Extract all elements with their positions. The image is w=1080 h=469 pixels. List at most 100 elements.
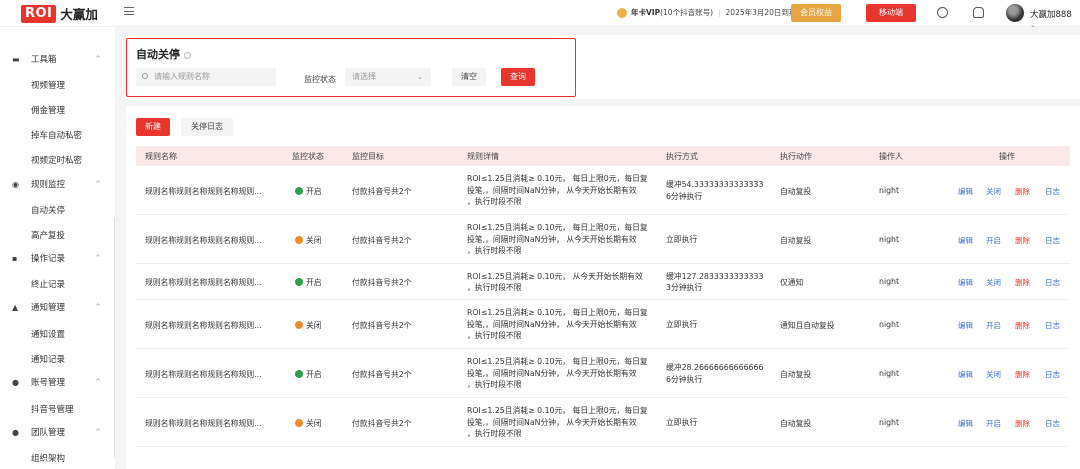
table-header: 规则名称 监控状态 监控目标 规则详情 执行方式 执行动作 操作人 操作 bbox=[136, 146, 1070, 166]
sidebar-item-douyin-accounts[interactable]: 抖音号管理 bbox=[31, 403, 74, 415]
exec-mode-line: 6分钟执行 bbox=[666, 374, 703, 384]
log-link[interactable]: 日志 bbox=[1045, 186, 1060, 197]
status-on-icon bbox=[295, 278, 303, 286]
table-row: 规则名称规则名称规则名称规则... 开启 付款抖音号共2个 ROI≤1.25且消耗≥ … bbox=[136, 264, 1070, 300]
refresh-icon[interactable] bbox=[937, 7, 948, 18]
sidebar-scrollbar[interactable] bbox=[114, 217, 115, 457]
status-text: 关闭 bbox=[306, 418, 322, 428]
exec-action-cell: 自动复投 bbox=[780, 235, 812, 245]
delete-link[interactable]: 删除 bbox=[1015, 186, 1030, 197]
exec-action-cell: 自动复投 bbox=[780, 186, 812, 196]
sidebar-item-org-structure[interactable]: 组织架构 bbox=[31, 452, 65, 464]
sidebar-group-notify[interactable]: ▲ 通知管理 ^ bbox=[0, 296, 115, 318]
rule-detail-line: 投笔,，间隔时间NaN分钟， 从今天开始长期有效 bbox=[467, 368, 637, 378]
delete-link[interactable]: 删除 bbox=[1015, 369, 1030, 380]
rule-detail-line: ，执行时段不限 bbox=[467, 429, 522, 439]
sidebar-item-stop-records[interactable]: 终止记录 bbox=[31, 278, 65, 290]
rule-detail-line: 投笔,，间隔时间NaN分钟， 从今天开始长期有效 bbox=[467, 319, 637, 329]
sidebar-item-commission[interactable]: 佣金管理 bbox=[31, 104, 65, 116]
sidebar-item-timed-private[interactable]: 视频定时私密 bbox=[31, 154, 82, 166]
stop-log-button[interactable]: 关停日志 bbox=[181, 118, 233, 136]
log-link[interactable]: 日志 bbox=[1045, 277, 1060, 288]
edit-link[interactable]: 编辑 bbox=[958, 277, 973, 288]
toggle-link[interactable]: 开启 bbox=[986, 235, 1001, 246]
operator-cell: night bbox=[879, 185, 900, 195]
sidebar-group-label: 账号管理 bbox=[31, 378, 66, 388]
status-text: 开启 bbox=[306, 369, 322, 379]
sidebar-item-video[interactable]: 视频管理 bbox=[31, 79, 65, 91]
status-off-icon bbox=[295, 235, 303, 244]
col-actions: 操作 bbox=[999, 152, 1015, 161]
sidebar-group-team[interactable]: ● 团队管理 ^ bbox=[0, 421, 115, 443]
status-text: 关闭 bbox=[306, 235, 322, 245]
edit-link[interactable]: 编辑 bbox=[958, 369, 973, 380]
monitor-target-cell: 付款抖音号共2个 bbox=[352, 186, 412, 196]
chevron-up-icon: ^ bbox=[95, 303, 101, 311]
toggle-link[interactable]: 关闭 bbox=[986, 277, 1001, 288]
sidebar-item-auto-stop[interactable]: 自动关停 bbox=[31, 204, 65, 216]
sidebar-group-label: 通知管理 bbox=[31, 303, 66, 313]
toggle-link[interactable]: 开启 bbox=[986, 320, 1001, 331]
edit-link[interactable]: 编辑 bbox=[958, 418, 973, 429]
sidebar-group-rule-monitor[interactable]: ◉ 规则监控 ^ bbox=[0, 173, 115, 195]
log-link[interactable]: 日志 bbox=[1045, 418, 1060, 429]
rule-detail-line: 投笔,，间隔时间NaN分钟， 从今天开始长期有效 bbox=[467, 185, 637, 195]
delete-link[interactable]: 删除 bbox=[1015, 320, 1030, 331]
sidebar-item-notify-records[interactable]: 通知记录 bbox=[31, 353, 65, 365]
rule-name-cell: 规则名称规则名称规则名称规则... bbox=[145, 278, 262, 287]
vip-status: 年卡VIP (10个抖音账号) | 2025年3月20日到期 bbox=[617, 7, 796, 18]
delete-link[interactable]: 删除 bbox=[1015, 235, 1030, 246]
delete-link[interactable]: 删除 bbox=[1015, 418, 1030, 429]
username-label: 大赢加888 bbox=[1030, 10, 1072, 20]
rule-detail-line: ROI≤1.25且消耗≥ 0.10元， 每日上限0元，每日复 bbox=[467, 308, 648, 318]
log-link[interactable]: 日志 bbox=[1045, 369, 1060, 380]
sidebar-item-high-yield-reinvest[interactable]: 高产复投 bbox=[31, 229, 65, 241]
log-link[interactable]: 日志 bbox=[1045, 320, 1060, 331]
toggle-link[interactable]: 开启 bbox=[986, 418, 1001, 429]
operator-cell: night bbox=[879, 368, 900, 378]
bell-icon: ▲ bbox=[12, 302, 19, 312]
exec-action-cell: 通知且自动复投 bbox=[780, 320, 835, 330]
toolbox-icon: ▬ bbox=[12, 54, 20, 64]
col-operator: 操作人 bbox=[879, 152, 903, 161]
avatar[interactable] bbox=[1006, 4, 1024, 22]
new-rule-button[interactable]: 新建 bbox=[136, 118, 170, 136]
exec-mode-cell: 立即执行 bbox=[666, 417, 697, 429]
rule-detail-cell: ROI≤1.25且消耗≥ 0.10元， 每日上限0元，每日复 投笔,，间隔时间Na… bbox=[467, 307, 648, 342]
toggle-link[interactable]: 关闭 bbox=[986, 369, 1001, 380]
monitor-target-cell: 付款抖音号共2个 bbox=[352, 235, 412, 245]
sidebar-group-toolbox[interactable]: ▬ 工具箱 ^ bbox=[0, 48, 115, 70]
highlight-outline bbox=[126, 38, 576, 97]
edit-link[interactable]: 编辑 bbox=[958, 186, 973, 197]
col-rule-name: 规则名称 bbox=[145, 152, 177, 161]
rule-name-cell: 规则名称规则名称规则名称规则... bbox=[145, 186, 262, 196]
vip-expiry: 2025年3月20日到期 bbox=[725, 8, 797, 17]
rule-detail-cell: ROI≤1.25且消耗≥ 0.10元， 每日上限0元，每日复 投笔,，间隔时间Na… bbox=[467, 405, 648, 440]
sidebar-group-accounts[interactable]: ● 账号管理 ^ bbox=[0, 371, 115, 393]
toggle-link[interactable]: 关闭 bbox=[986, 186, 1001, 197]
edit-link[interactable]: 编辑 bbox=[958, 320, 973, 331]
sidebar-group-label: 规则监控 bbox=[31, 180, 66, 190]
bell-icon[interactable] bbox=[973, 7, 984, 18]
sidebar-item-auto-private[interactable]: 掉车自动私密 bbox=[31, 129, 82, 141]
app-logo[interactable]: ROI 大赢加 bbox=[21, 4, 98, 23]
exec-mode-cell: 缓冲28.26666666666666 6分钟执行 bbox=[666, 362, 763, 385]
member-rights-button[interactable]: 会员权益 bbox=[791, 4, 841, 22]
exec-action-cell: 仅通知 bbox=[780, 278, 804, 287]
top-bar: ROI 大赢加 年卡VIP (10个抖音账号) | 2025年3月20日到期 会… bbox=[0, 0, 1080, 29]
delete-link[interactable]: 删除 bbox=[1015, 277, 1030, 288]
table-row: 规则名称规则名称规则名称规则... 关闭 付款抖音号共2个 ROI≤1.25且消耗≥ … bbox=[136, 215, 1070, 264]
sidebar-group-op-records[interactable]: ▪ 操作记录 ^ bbox=[0, 247, 115, 269]
log-link[interactable]: 日志 bbox=[1045, 235, 1060, 246]
exec-mode-cell: 立即执行 bbox=[666, 234, 697, 246]
sidebar-item-notify-settings[interactable]: 通知设置 bbox=[31, 328, 65, 340]
menu-toggle-icon[interactable] bbox=[124, 7, 134, 17]
mobile-button[interactable]: 移动端 bbox=[866, 4, 916, 22]
col-exec-mode: 执行方式 bbox=[666, 152, 698, 161]
edit-link[interactable]: 编辑 bbox=[958, 235, 973, 246]
col-exec-action: 执行动作 bbox=[780, 152, 812, 161]
exec-mode-line: 缓冲54.33333333333333 bbox=[666, 180, 764, 189]
monitor-target-cell: 付款抖音号共2个 bbox=[352, 418, 412, 428]
rule-detail-line: ，执行时段不限 bbox=[467, 197, 522, 207]
vip-coin-icon bbox=[617, 7, 627, 18]
